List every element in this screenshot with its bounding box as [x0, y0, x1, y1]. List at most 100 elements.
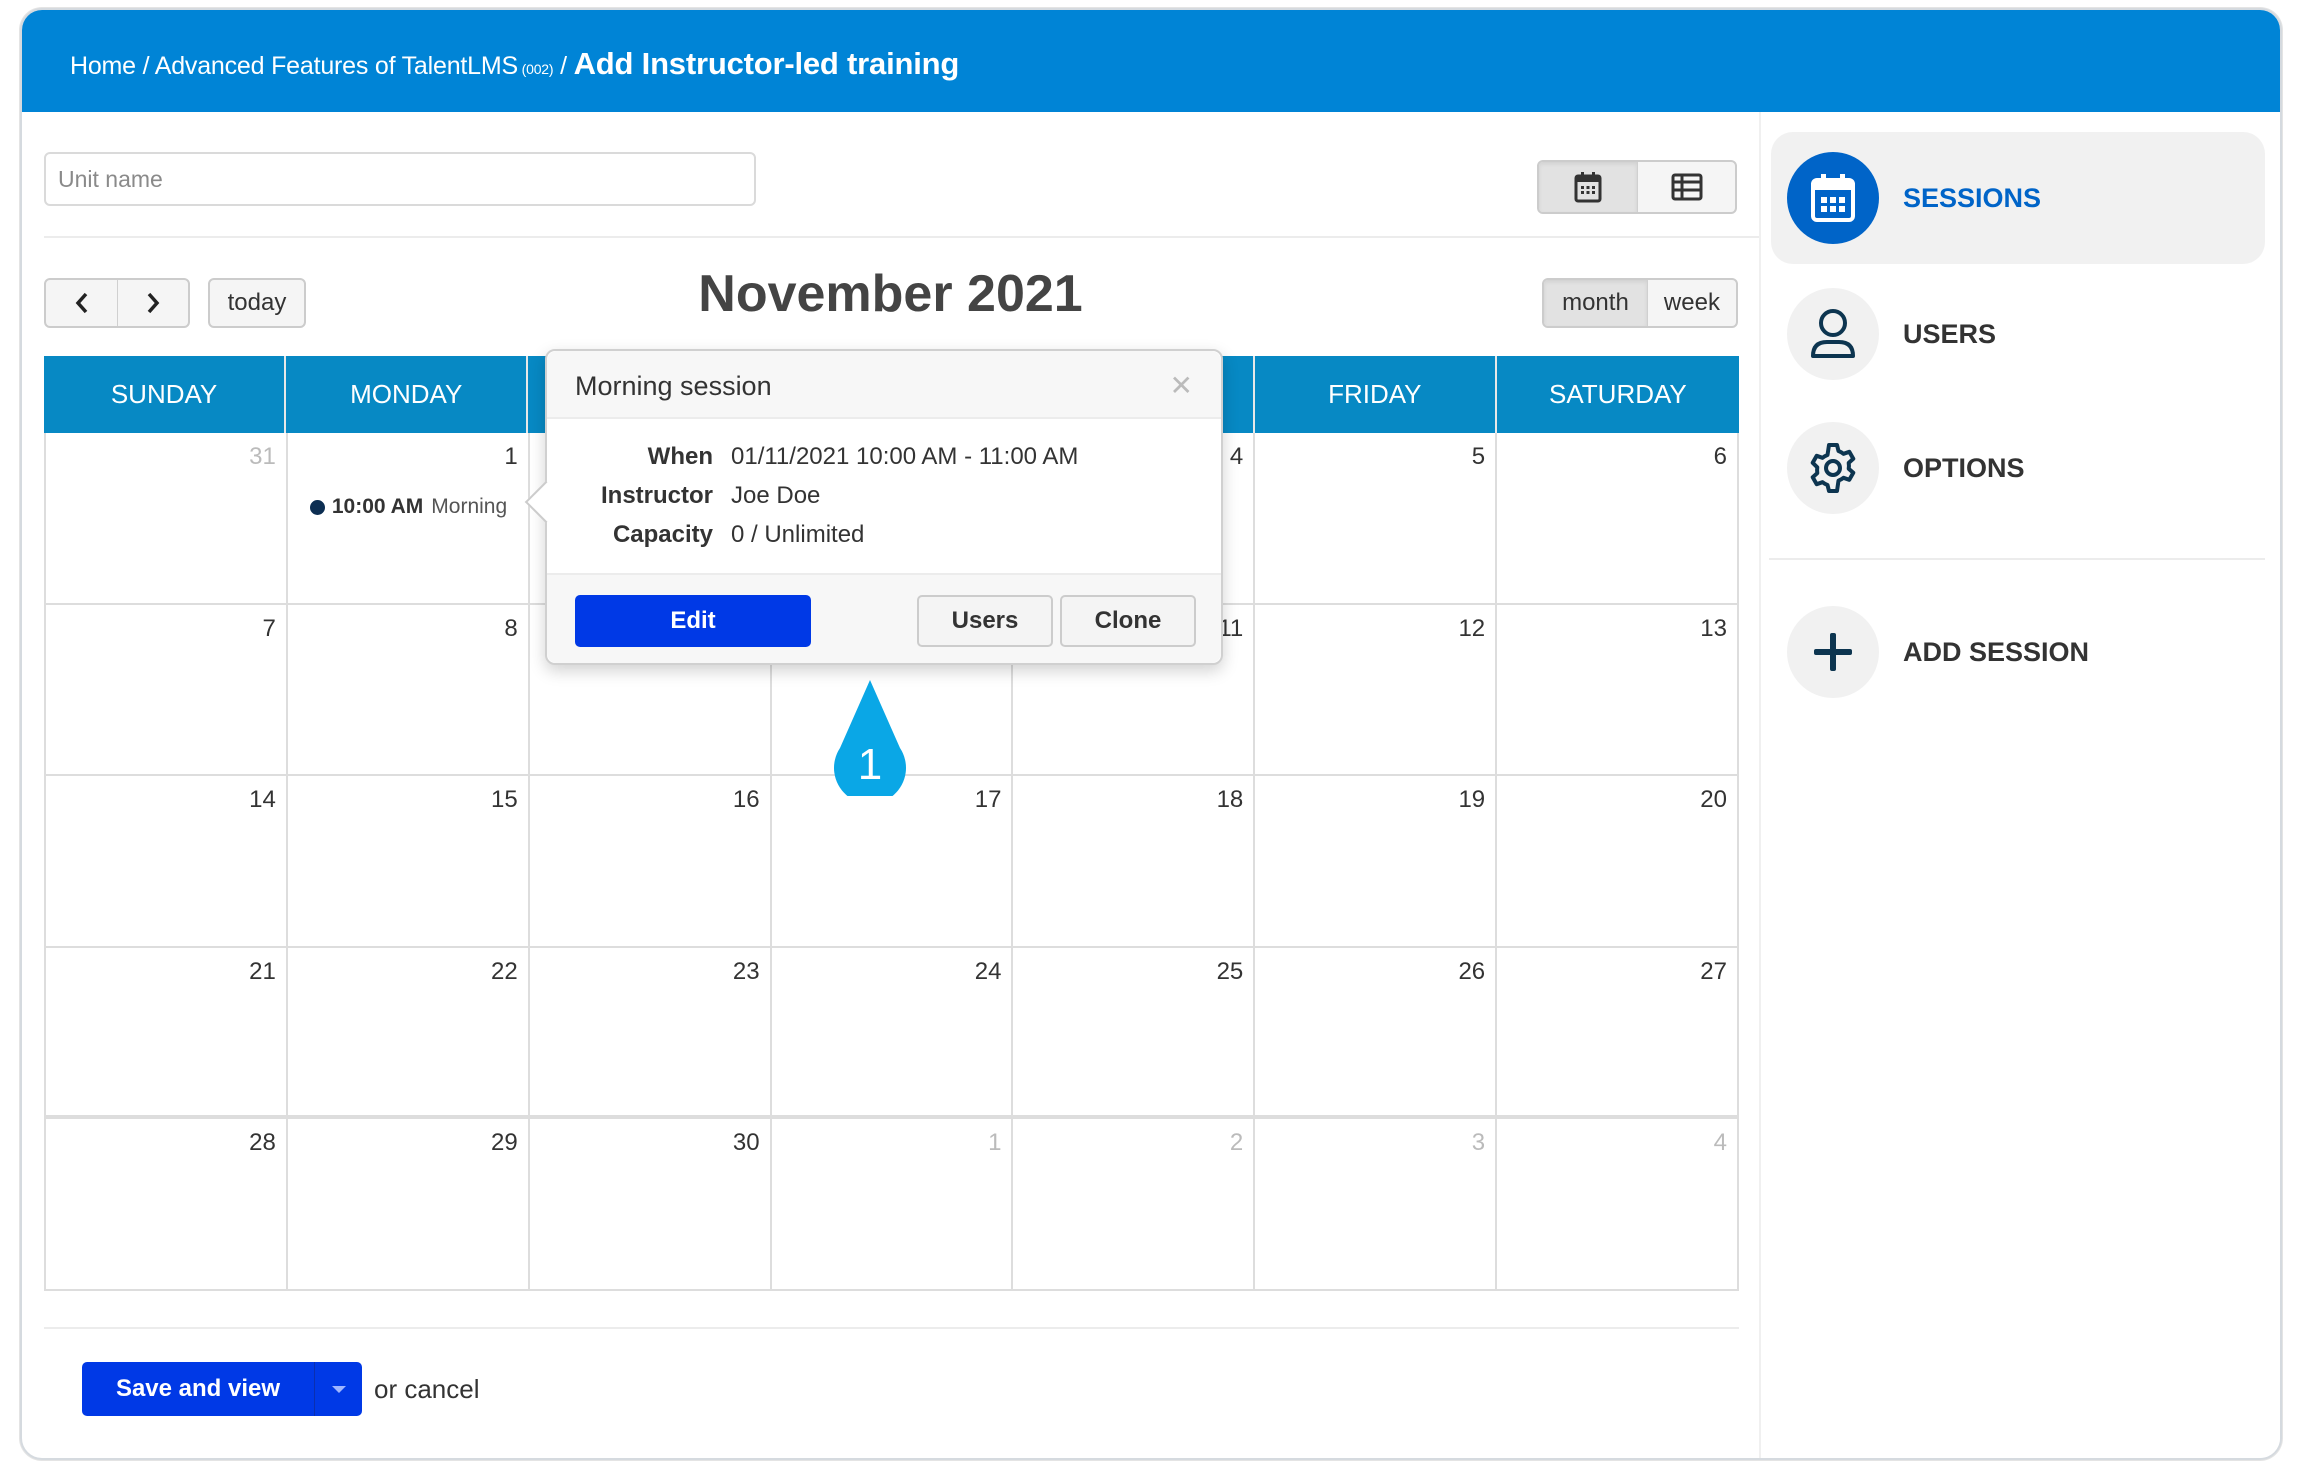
day-number: 5	[1471, 443, 1486, 470]
day-number: 20	[1700, 786, 1727, 813]
calendar-day-cell[interactable]: 30	[530, 1119, 772, 1289]
sidebar-item-label: SESSIONS	[1903, 182, 2042, 213]
day-number: 24	[974, 957, 1002, 985]
divider	[44, 236, 1759, 238]
calendar-day-cell[interactable]: 25	[1013, 947, 1256, 1115]
calendar-title: November 2021	[698, 265, 1083, 323]
popover-field-instructor: Instructor Joe Doe	[547, 476, 1221, 515]
calendar-day-cell[interactable]: 21	[46, 947, 288, 1115]
day-number: 12	[1458, 614, 1486, 642]
day-number: 6	[1713, 443, 1727, 470]
day-number: 31	[249, 443, 276, 470]
breadcrumb-separator: /	[135, 52, 155, 80]
calendar-day-cell[interactable]: 3	[1255, 1119, 1498, 1289]
calendar-day-cell[interactable]: 15	[288, 776, 530, 946]
month-mode-button[interactable]: month	[1544, 280, 1647, 326]
save-options-dropdown[interactable]	[314, 1362, 362, 1416]
cancel-link[interactable]: cancel	[404, 1374, 479, 1404]
field-value: 01/11/2021 10:00 AM - 11:00 AM	[731, 443, 1079, 470]
day-number: 28	[249, 1129, 276, 1156]
calendar-day-cell[interactable]: 18	[1013, 776, 1256, 946]
calendar-day-cell[interactable]: 26	[1255, 947, 1498, 1115]
page-title: Add Instructor-led training	[573, 46, 960, 81]
calendar-day-cell[interactable]: 2	[1013, 1119, 1256, 1289]
calendar-day-cell[interactable]: 20	[1497, 776, 1739, 946]
session-popover: Morning session ✕ When 01/11/2021 10:00 …	[524, 349, 1223, 665]
app-window: Home / Advanced Features of TalentLMS (0…	[20, 8, 2282, 1460]
popover-body: When 01/11/2021 10:00 AM - 11:00 AM Inst…	[547, 419, 1221, 575]
sidebar-item-label: ADD SESSION	[1903, 636, 2090, 667]
calendar-day-cell[interactable]: 14	[46, 776, 288, 946]
calendar-day-cell[interactable]: 13	[1497, 604, 1739, 774]
calendar-event[interactable]: 10:00 AM Morning	[309, 495, 508, 519]
calendar-day-cell[interactable]: 29	[288, 1119, 530, 1289]
or-label: or	[374, 1374, 405, 1404]
calendar-day-cell[interactable]: 4	[1497, 1119, 1739, 1289]
calendar-day-cell[interactable]: 22	[288, 947, 530, 1115]
day-number: 23	[732, 957, 760, 985]
day-number: 27	[1700, 957, 1727, 985]
calendar-day-cell[interactable]: 23	[530, 947, 772, 1115]
close-icon[interactable]: ✕	[1170, 369, 1193, 402]
calendar-day-cell[interactable]: 12	[1255, 604, 1498, 774]
day-number: 2	[1229, 1129, 1244, 1156]
field-label: Capacity	[612, 521, 713, 548]
calendar-day-cell[interactable]: 28	[46, 1119, 288, 1289]
cancel-text: or cancel	[374, 1374, 480, 1405]
day-number: 7	[262, 614, 276, 642]
save-and-view-button[interactable]: Save and view	[82, 1362, 314, 1416]
breadcrumb: Home / Advanced Features of TalentLMS (0…	[70, 46, 959, 82]
add-session-icon-badge	[1787, 606, 1879, 698]
sidebar-item-options[interactable]: OPTIONS	[1771, 402, 2265, 534]
calendar-icon	[1574, 172, 1602, 203]
calendar-day-cell[interactable]: 31	[46, 433, 288, 603]
clone-button[interactable]: Clone	[1060, 595, 1196, 647]
day-number: 8	[504, 614, 518, 642]
marker-label: 1	[857, 740, 883, 789]
unit-name-input[interactable]	[44, 152, 756, 206]
calendar-day-cell[interactable]: 1	[772, 1119, 1014, 1289]
calendar-day-cell[interactable]: 24	[772, 947, 1014, 1115]
calendar-day-cell[interactable]: 16	[530, 776, 772, 946]
calendar-day-cell[interactable]: 8	[288, 604, 530, 774]
calendar-day-cell[interactable]: 5	[1255, 433, 1498, 603]
day-number: 18	[1216, 786, 1244, 813]
sidebar-item-users[interactable]: USERS	[1771, 268, 2265, 400]
options-icon-badge	[1787, 422, 1879, 514]
calendar-day-cell[interactable]: 27	[1497, 947, 1739, 1115]
breadcrumb-separator: /	[553, 52, 574, 80]
popover-footer: Edit Users Clone	[547, 573, 1221, 663]
day-number: 30	[732, 1129, 760, 1156]
calendar-day-cell[interactable]: 7	[46, 604, 288, 774]
breadcrumb-course[interactable]: Advanced Features of TalentLMS	[155, 52, 518, 80]
calendar-week-row: 21 22 23 24 25 26 27	[46, 947, 1739, 1119]
breadcrumb-course-code: (002)	[517, 61, 554, 77]
table-icon	[1671, 173, 1702, 201]
day-number: 15	[491, 786, 518, 813]
field-label: Instructor	[600, 482, 713, 509]
edit-button[interactable]: Edit	[575, 595, 811, 647]
calendar-view-button[interactable]	[1539, 162, 1637, 212]
day-number: 4	[1229, 443, 1244, 470]
popover-title: Morning session	[575, 371, 772, 401]
popover-field-capacity: Capacity 0 / Unlimited	[547, 515, 1221, 554]
calendar-day-cell[interactable]: 17	[772, 776, 1014, 946]
breadcrumb-home[interactable]: Home	[70, 52, 136, 80]
sidebar: SESSIONS USERS OPTIONS ADD SESSION	[1759, 112, 2280, 1458]
calendar-day-cell[interactable]: 19	[1255, 776, 1498, 946]
sidebar-item-label: OPTIONS	[1903, 452, 2025, 483]
week-mode-button[interactable]: week	[1646, 280, 1736, 326]
calendar-day-cell[interactable]: 1 10:00 AM Morning	[288, 433, 530, 603]
user-icon	[1811, 309, 1855, 358]
users-icon-badge	[1787, 288, 1879, 380]
sidebar-item-add-session[interactable]: ADD SESSION	[1771, 586, 2265, 718]
day-number: 4	[1713, 1129, 1727, 1156]
table-view-button[interactable]	[1637, 162, 1735, 212]
event-name: Morning	[431, 495, 508, 518]
calendar-day-cell[interactable]: 6	[1497, 433, 1739, 603]
users-button[interactable]: Users	[917, 595, 1053, 647]
sidebar-item-sessions[interactable]: SESSIONS	[1771, 132, 2265, 264]
popover-header: Morning session ✕	[547, 351, 1221, 419]
day-number: 1	[504, 443, 518, 470]
day-number: 19	[1458, 786, 1486, 813]
